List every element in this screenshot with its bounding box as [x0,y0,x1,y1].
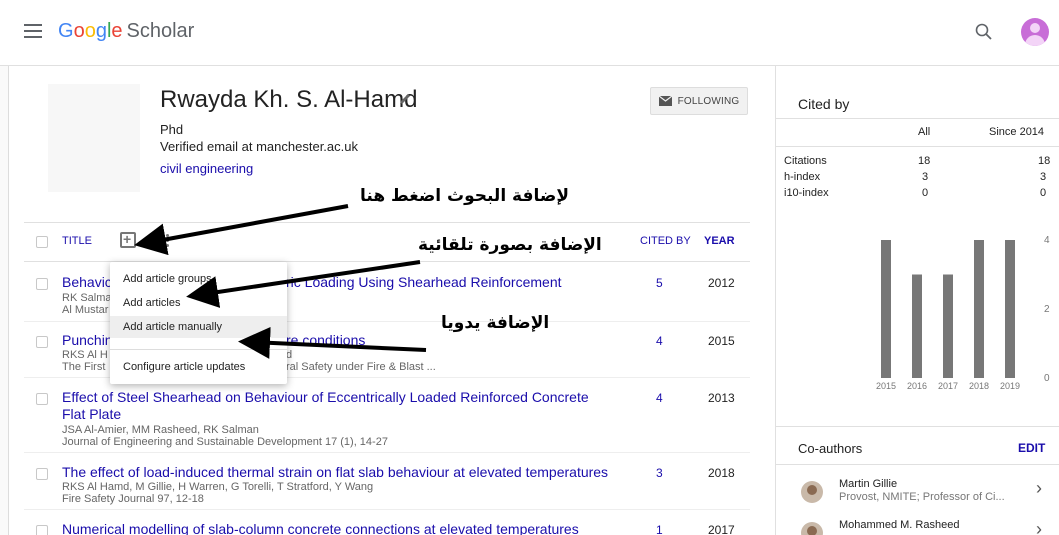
stats-col-all: All [918,126,931,138]
chevron-right-icon: › [1036,519,1042,535]
chart-x-tick: 2019 [1000,381,1020,391]
metric-since: 0 [1040,187,1047,199]
chart-bar[interactable] [912,274,922,379]
chart-bar[interactable] [1005,240,1015,378]
arrow-to-add-articles [186,260,421,308]
citations-bar-chart: 2015 2016 2017 2018 2019 4 2 0 [876,235,1050,391]
metric-all: 18 [918,155,931,167]
arrow-to-add-icon [134,204,349,256]
metric-label: Citations [784,155,827,167]
metric-since: 3 [1040,171,1047,183]
coauthor-avatar [801,481,823,503]
sidebar-rule [776,146,1059,147]
chart-x-tick: 2018 [969,381,989,391]
chart-bar[interactable] [974,240,984,378]
edit-coauthors-link[interactable]: EDIT [1018,441,1045,455]
chart-y-tick: 4 [1044,235,1050,246]
arrow-to-add-manually [238,326,427,359]
annotation-add-manual: الإضافة يدويا [441,313,550,333]
coauthor-item[interactable]: Martin Gillie Provost, NMITE; Professor … [776,476,1059,514]
chart-bar[interactable] [881,240,891,378]
coauthor-avatar [801,522,823,535]
coauthor-item[interactable]: Mohammed M. Rasheed › [776,517,1059,535]
chart-y-tick: 0 [1044,373,1050,384]
metric-label: i10-index [784,187,829,199]
metric-label: h-index [784,171,821,183]
cited-by-title: Cited by [798,96,850,112]
metric-since: 18 [1038,155,1051,167]
sidebar-rule [776,464,1059,465]
coauthor-name: Martin Gillie [839,478,898,490]
coauthors-title: Co-authors [798,441,863,456]
chart-y-tick: 2 [1044,304,1050,315]
chart-x-tick: 2017 [938,381,958,391]
sidebar-rule [776,426,1059,427]
chevron-right-icon: › [1036,478,1042,498]
coauthor-affiliation: Provost, NMITE; Professor of Ci... [839,491,1005,503]
chart-x-tick: 2016 [907,381,927,391]
chart-bar[interactable] [943,274,953,379]
sidebar-rule [776,118,1059,119]
coauthor-name: Mohammed M. Rasheed [839,519,960,531]
annotation-add-research: لإضافة البحوث اضغط هنا [360,186,569,206]
annotation-add-auto: الإضافة بصورة تلقائية [418,235,602,255]
metric-all: 0 [922,187,929,199]
chart-x-tick: 2015 [876,381,896,391]
stats-col-since: Since 2014 [989,126,1045,138]
metric-all: 3 [922,171,929,183]
